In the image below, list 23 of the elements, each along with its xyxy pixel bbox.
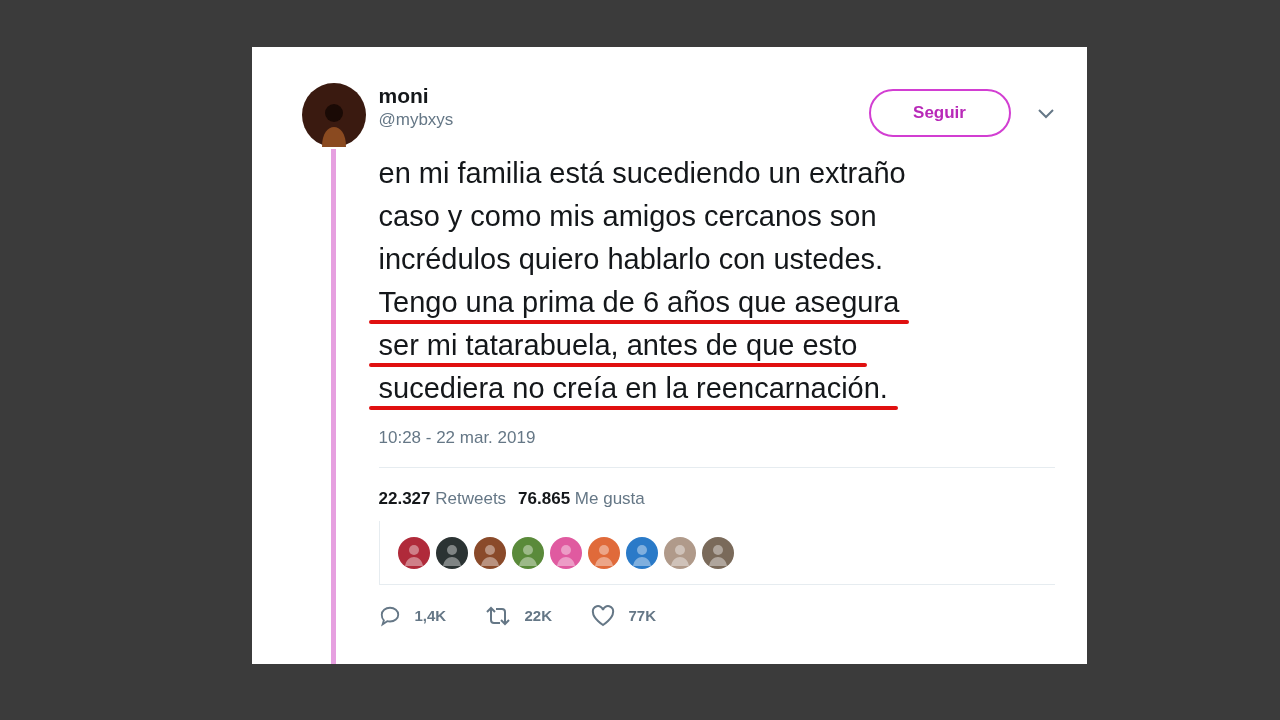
timestamp: 10:28 - 22 mar. 2019 [378,427,537,449]
chevron-icon[interactable] [1036,108,1055,120]
retweet-icon[interactable] [484,605,511,628]
display-name: moni [378,83,430,109]
liker-avatar[interactable] [473,536,506,569]
tweet-text-line: incrédulos quiero hablarlo con ustedes. [378,242,884,275]
reply-icon[interactable] [378,605,401,628]
liker-avatar[interactable] [435,536,468,569]
follow-button[interactable]: Seguir [868,89,1011,137]
tweet-text-line: sucediera no creía en la reencarnación. [378,371,888,404]
stat-count[interactable]: 76.865 Me gusta [518,485,645,511]
liker-avatar[interactable] [397,536,430,569]
tweet-text-line: caso y como mis amigos cercanos son [378,199,877,232]
tweet-text-line: en mi familia está sucediendo un extraño [378,156,906,189]
stat-count[interactable]: 22.327 Retweets [378,485,507,511]
avatar [301,83,366,147]
action-count: 22K [524,606,553,626]
username: @mybxys [378,109,454,131]
heart-icon[interactable] [590,605,615,628]
tweet-text-line: ser mi tatarabuela, antes de que esto [378,328,858,361]
action-count: 1,4K [414,606,447,626]
action-count: 77K [628,606,657,626]
tweet-text-line: Tengo una prima de 6 años que asegura [378,285,900,318]
